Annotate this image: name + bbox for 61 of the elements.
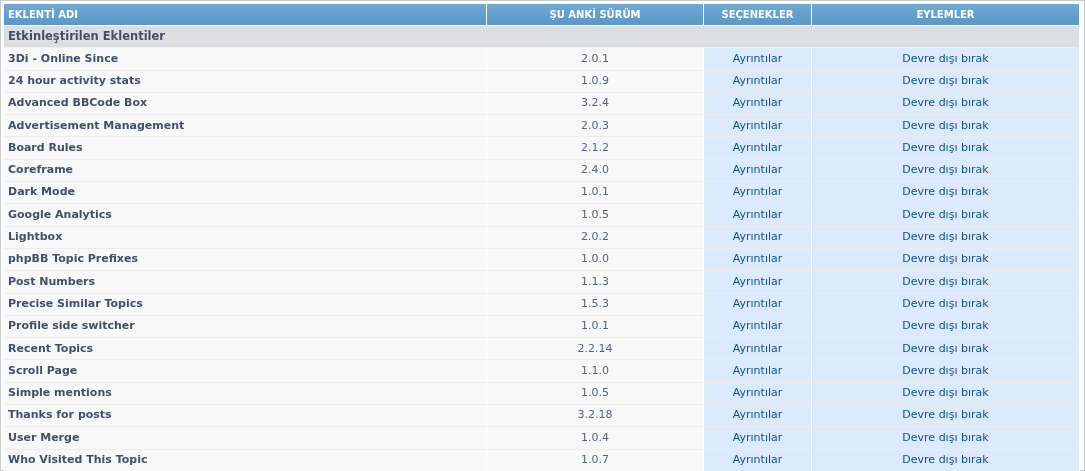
disable-link[interactable]: Devre dışı bırak: [902, 363, 989, 377]
column-header: SEÇENEKLER: [704, 4, 812, 26]
section-header: Etkinleştirilen Eklentiler: [4, 26, 1080, 49]
extension-name: 3Di - Online Since: [4, 48, 487, 71]
version-text: 2.0.2: [487, 226, 704, 249]
disable-link[interactable]: Devre dışı bırak: [902, 319, 989, 333]
version-text: 2.0.1: [487, 48, 704, 71]
disable-link[interactable]: Devre dışı bırak: [902, 430, 989, 444]
disable-link[interactable]: Devre dışı bırak: [902, 296, 989, 310]
extension-name: Recent Topics: [4, 338, 487, 361]
extension-name: Advanced BBCode Box: [4, 92, 487, 116]
column-header: EKLENTİ ADI: [4, 4, 487, 26]
version-text: 1.1.0: [487, 360, 704, 383]
extension-name: 24 hour activity stats: [4, 70, 487, 93]
extension-name: User Merge: [4, 427, 487, 450]
version-text: 1.5.3: [487, 293, 704, 316]
column-header: ŞU ANKİ SÜRÜM: [487, 4, 704, 26]
disable-link[interactable]: Devre dışı bırak: [902, 118, 989, 132]
extension-name: phpBB Topic Prefixes: [4, 248, 487, 272]
disable-link[interactable]: Devre dışı bırak: [902, 185, 989, 199]
disable-link[interactable]: Devre dışı bırak: [902, 386, 989, 400]
version-text: 1.0.1: [487, 315, 704, 339]
extension-name: Advertisement Management: [4, 115, 487, 138]
extension-name: Profile side switcher: [4, 315, 487, 339]
disable-link[interactable]: Devre dışı bırak: [902, 274, 989, 288]
disable-link[interactable]: Devre dışı bırak: [902, 140, 989, 154]
version-text: 1.0.4: [487, 427, 704, 450]
version-text: 1.0.5: [487, 204, 704, 227]
extension-name: Board Rules: [4, 137, 487, 160]
version-text: 1.0.7: [487, 449, 704, 471]
extension-name: Simple mentions: [4, 382, 487, 406]
version-text: 3.2.18: [487, 405, 704, 428]
version-text: 2.4.0: [487, 159, 704, 183]
extension-name: Google Analytics: [4, 204, 487, 227]
disable-link[interactable]: Devre dışı bırak: [902, 74, 989, 87]
disable-link[interactable]: Devre dışı bırak: [902, 207, 989, 221]
version-text: 3.2.4: [487, 92, 704, 116]
extension-name: Precise Similar Topics: [4, 293, 487, 316]
disable-link[interactable]: Devre dışı bırak: [902, 96, 989, 110]
extension-name: Lightbox: [4, 226, 487, 249]
extension-name: Thanks for posts: [4, 405, 487, 428]
version-text: 1.0.5: [487, 382, 704, 406]
column-header: EYLEMLER: [812, 4, 1080, 26]
disable-link[interactable]: Devre dışı bırak: [902, 341, 989, 355]
version-text: 2.2.14: [487, 338, 704, 361]
extension-name: Post Numbers: [4, 271, 487, 294]
version-text: 1.0.0: [487, 248, 704, 272]
version-text: 2.1.2: [487, 137, 704, 160]
extension-name: Coreframe: [4, 159, 487, 183]
extension-name: Who Visited This Topic: [4, 449, 487, 471]
version-text: 1.1.3: [487, 271, 704, 294]
disable-link[interactable]: Devre dışı bırak: [902, 51, 989, 65]
extension-name: Scroll Page: [4, 360, 487, 383]
disable-link[interactable]: Devre dışı bırak: [902, 408, 989, 422]
version-text: 2.0.3: [487, 115, 704, 138]
disable-link[interactable]: Devre dışı bırak: [902, 163, 989, 177]
version-text: 1.0.1: [487, 182, 704, 205]
version-text: 1.0.9: [487, 70, 704, 93]
extension-name: Dark Mode: [4, 182, 487, 205]
disable-link[interactable]: Devre dışı bırak: [902, 230, 989, 244]
disable-link[interactable]: Devre dışı bırak: [902, 252, 989, 266]
